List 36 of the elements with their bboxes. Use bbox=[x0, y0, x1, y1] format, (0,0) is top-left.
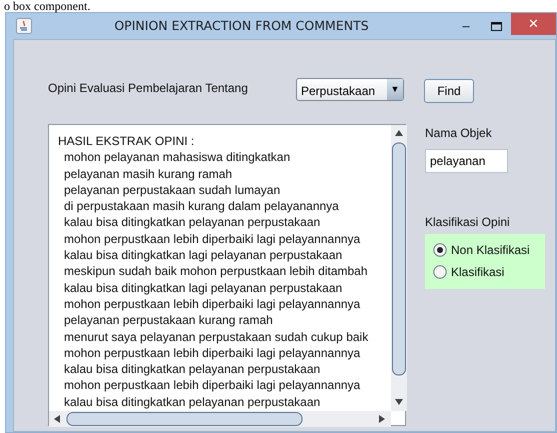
opinion-line: mohon perpustkaan lebih diperbaiki lagi pelayannannya bbox=[64, 378, 360, 392]
object-name-field[interactable]: pelayanan bbox=[425, 149, 508, 173]
result-heading: HASIL EKSTRAK OPINI : bbox=[58, 133, 196, 150]
opinion-line: mohon perpustkaan lebih diperbaiki lagi pelayannannya bbox=[64, 346, 360, 360]
radio-button[interactable] bbox=[433, 243, 447, 257]
radio-label[interactable]: Klasifikasi bbox=[451, 263, 504, 281]
opinion-line: pelayanan perpustakaan sudah lumayan bbox=[64, 182, 280, 197]
opinion-line: mohon pelayanan mahasiswa ditingkatkan bbox=[64, 150, 290, 164]
opinion-line: kalau bisa ditingkatkan pelayanan perpustakaan bbox=[64, 394, 320, 409]
horizontal-scrollbar[interactable] bbox=[49, 411, 391, 427]
close-button[interactable]: ✕ bbox=[511, 13, 556, 35]
opinion-line: meskipun sudah baik mohon perpustkaan lebih ditambah bbox=[64, 264, 368, 278]
minimize-button[interactable]: – bbox=[451, 15, 481, 37]
opinion-line: kalau bisa ditingkatkan pelayanan perpustakaan bbox=[64, 362, 320, 376]
opinion-line: pelayanan perpustakaan kurang ramah bbox=[64, 313, 273, 328]
opinion-line: mohon perpustkaan lebih diperbaiki lagi pelayannannya bbox=[64, 232, 360, 246]
find-button[interactable]: Find bbox=[424, 79, 474, 103]
topic-label: Opini Evaluasi Pembelajaran Tentang bbox=[48, 80, 249, 97]
maximize-icon bbox=[490, 22, 502, 32]
opinion-line: kalau bisa ditingkatkan lagi pelayanan perpustakaan bbox=[64, 248, 342, 262]
result-text-area[interactable] bbox=[48, 124, 406, 426]
topic-dropdown[interactable]: Perpustakaan ▼ bbox=[296, 78, 404, 101]
radio-button[interactable] bbox=[433, 265, 447, 279]
opinion-line: di perpustakaan masih kurang dalam pelayanannya bbox=[64, 199, 339, 214]
radio-label[interactable]: Non Klasifikasi bbox=[451, 241, 530, 259]
opinion-line: kalau bisa ditingkatkan lagi pelayanan perpustakaan bbox=[64, 280, 342, 295]
window-title: OPINION EXTRACTION FROM COMMENTS bbox=[113, 16, 370, 35]
classification-label: Klasifikasi Opini bbox=[425, 214, 511, 231]
vertical-scrollbar[interactable] bbox=[391, 125, 407, 411]
object-name-label: Nama Objek bbox=[425, 125, 493, 142]
opinion-line: mohon perpustkaan lebih diperbaiki lagi pelayannannya bbox=[64, 296, 360, 311]
caption-text: o box component. bbox=[3, 0, 92, 12]
opinion-line: menurut saya pelayanan perpustakaan sudah cukup baik bbox=[64, 330, 368, 344]
opinion-line: kalau bisa ditingkatkan pelayanan perpustakaan bbox=[64, 215, 320, 230]
opinion-line: pelayanan masih kurang ramah bbox=[64, 166, 232, 181]
java-icon bbox=[16, 18, 32, 34]
